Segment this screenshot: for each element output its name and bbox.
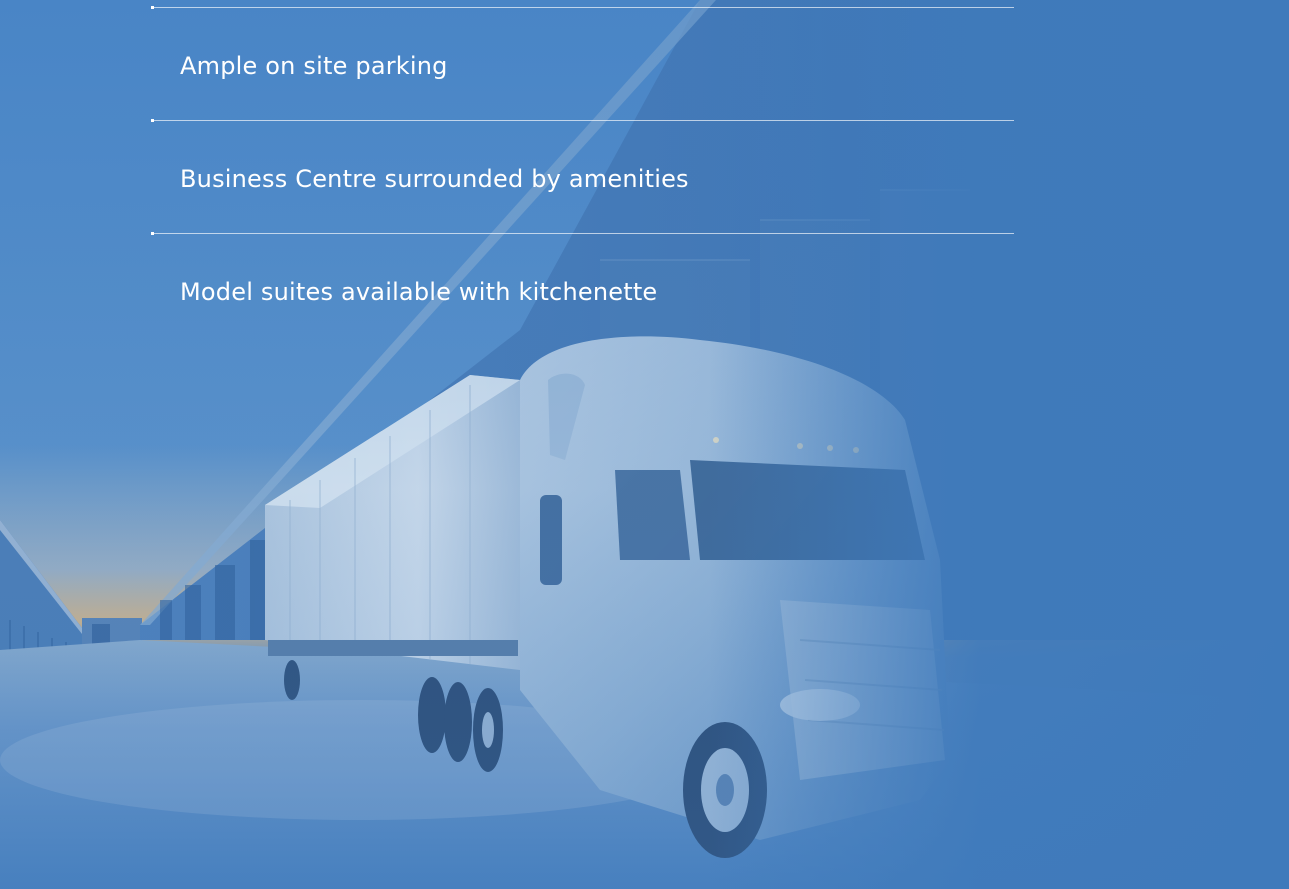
- list-item: Model suites available with kitchenette: [151, 232, 1014, 346]
- hero-section: Ample on site parking Business Centre su…: [0, 0, 1289, 889]
- list-item: Business Centre surrounded by amenities: [151, 119, 1014, 233]
- feature-label: Ample on site parking: [180, 52, 448, 80]
- feature-label: Model suites available with kitchenette: [180, 278, 658, 306]
- feature-list: Ample on site parking Business Centre su…: [151, 6, 1014, 346]
- list-item: Ample on site parking: [151, 6, 1014, 120]
- feature-label: Business Centre surrounded by amenities: [180, 165, 689, 193]
